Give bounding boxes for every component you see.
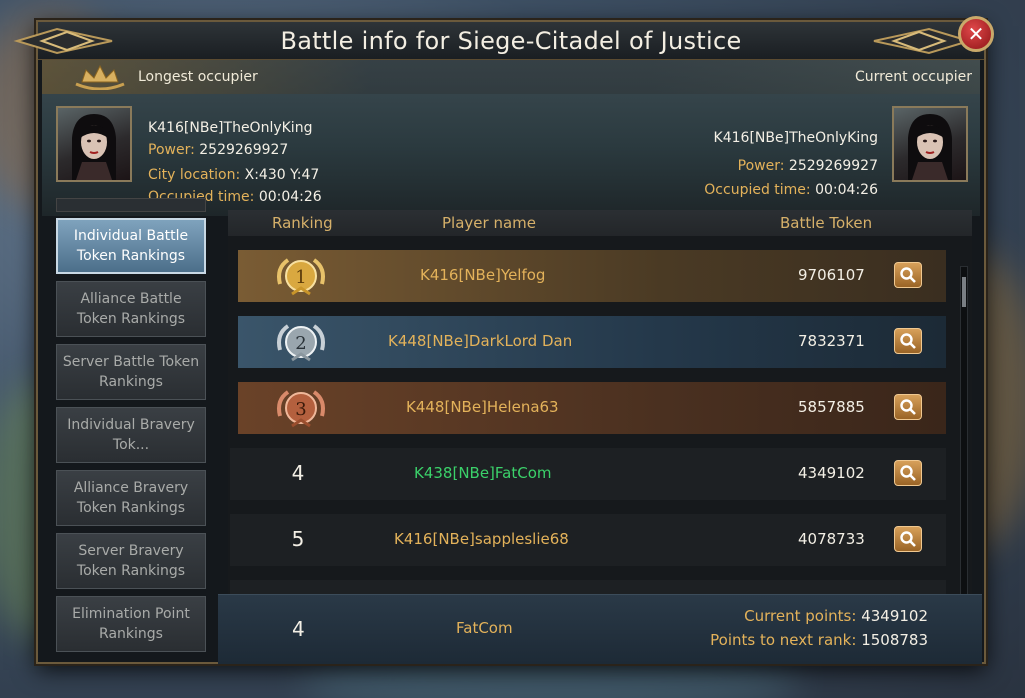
magnifier-icon [900, 267, 916, 283]
next-rank-value: 1508783 [861, 631, 928, 649]
title-bar: Battle info for Siege-Citadel of Justice… [13, 16, 994, 60]
tab-alliance-battle-token[interactable]: Alliance Battle Token Rankings [56, 281, 206, 337]
table-row [230, 580, 946, 594]
rank-number: 4 [291, 461, 305, 485]
magnifier-icon [900, 531, 916, 547]
longest-occupier-label: Longest occupier [138, 69, 258, 85]
svg-text:2: 2 [295, 333, 306, 354]
current-power-value: 2529269927 [788, 158, 878, 174]
occupier-header: Longest occupier Current occupier K416[N… [42, 60, 980, 216]
current-occupier-label: Current occupier [854, 69, 972, 85]
header-ranking: Ranking [272, 214, 333, 232]
svg-text:3: 3 [295, 399, 306, 420]
player-name: K448[NBe]Helena63 [406, 398, 559, 416]
longest-time-value: 00:04:26 [258, 189, 322, 205]
bronze-medal-icon: 3 [277, 390, 325, 428]
player-name: K416[NBe]sappleslie68 [394, 530, 569, 548]
header-player-name: Player name [442, 214, 536, 232]
left-ornament-icon [13, 27, 113, 55]
longest-occupier-name: K416[NBe]TheOnlyKing [148, 120, 313, 136]
tab-individual-battle-token[interactable]: Individual Battle Token Rankings [56, 218, 206, 274]
my-player-name: FatCom [456, 619, 513, 637]
table-row: 2 K448[NBe]DarkLord Dan 7832371 [238, 316, 946, 368]
view-player-button[interactable] [894, 394, 922, 420]
silver-medal-icon: 2 [277, 324, 325, 362]
my-rank-footer: 4 FatCom Current points: 4349102 Points … [218, 594, 982, 664]
current-power-label: Power: [737, 158, 785, 174]
magnifier-icon [900, 333, 916, 349]
next-rank-label: Points to next rank: [710, 631, 857, 649]
scrollbar-thumb[interactable] [962, 277, 966, 307]
battle-token-value: 4078733 [798, 530, 865, 548]
current-points-value: 4349102 [861, 607, 928, 625]
current-time-value: 00:04:26 [815, 182, 878, 198]
view-player-button[interactable] [894, 526, 922, 552]
window-title: Battle info for Siege-Citadel of Justice [280, 26, 742, 55]
battle-info-panel: Battle info for Siege-Citadel of Justice… [13, 16, 994, 664]
close-icon: ✕ [967, 22, 985, 46]
current-time-label: Occupied time: [704, 182, 811, 198]
view-player-button[interactable] [894, 262, 922, 288]
tab-elimination-point[interactable]: Elimination Point Rankings [56, 596, 206, 652]
gold-medal-icon: 1 [277, 258, 325, 296]
city-location-value: X:430 Y:47 [244, 167, 320, 183]
current-occupier-avatar[interactable] [892, 106, 968, 182]
tab-server-battle-token[interactable]: Server Battle Token Rankings [56, 344, 206, 400]
table-header: Ranking Player name Battle Token [228, 210, 972, 236]
header-battle-token: Battle Token [780, 214, 873, 232]
tab-individual-bravery-token[interactable]: Individual Bravery Tok... [56, 407, 206, 463]
rankings-table: Ranking Player name Battle Token 1 K416[… [228, 210, 972, 650]
sidebar-scroll-stub [56, 198, 206, 212]
avatar-portrait-icon [908, 114, 952, 180]
longest-occupier-avatar[interactable] [56, 106, 132, 182]
magnifier-icon [900, 399, 916, 415]
view-player-button[interactable] [894, 328, 922, 354]
table-row: 3 K448[NBe]Helena63 5857885 [238, 382, 946, 434]
battle-token-value: 9706107 [798, 266, 865, 284]
close-button[interactable]: ✕ [958, 16, 994, 52]
view-player-button[interactable] [894, 460, 922, 486]
player-name: K416[NBe]Yelfog [420, 266, 546, 284]
table-row: 1 K416[NBe]Yelfog 9706107 [238, 250, 946, 302]
longest-power-label: Power: [148, 142, 195, 158]
table-scrollbar[interactable] [960, 266, 968, 610]
battle-token-value: 7832371 [798, 332, 865, 350]
battle-token-value: 5857885 [798, 398, 865, 416]
rank-number: 5 [291, 527, 305, 551]
laurel-crown-icon [75, 64, 125, 90]
current-points-label: Current points: [744, 607, 857, 625]
table-row: 5 K416[NBe]sappleslie68 4078733 [230, 514, 946, 566]
tab-alliance-bravery-token[interactable]: Alliance Bravery Token Rankings [56, 470, 206, 526]
player-name: K448[NBe]DarkLord Dan [388, 332, 573, 350]
city-location-label: City location: [148, 167, 241, 183]
battle-token-value: 4349102 [798, 464, 865, 482]
longest-power-value: 2529269927 [199, 142, 289, 158]
avatar-portrait-icon [72, 114, 116, 180]
tab-server-bravery-token[interactable]: Server Bravery Token Rankings [56, 533, 206, 589]
magnifier-icon [900, 465, 916, 481]
player-name: K438[NBe]FatCom [414, 464, 552, 482]
current-occupier-name: K416[NBe]TheOnlyKing [713, 130, 878, 146]
my-rank-number: 4 [292, 617, 305, 641]
table-row: 4 K438[NBe]FatCom 4349102 [230, 448, 946, 500]
svg-text:1: 1 [295, 267, 306, 288]
